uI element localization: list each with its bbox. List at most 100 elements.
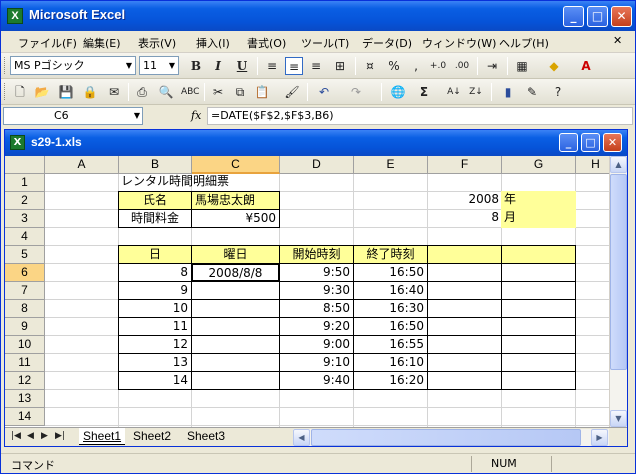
cell-weekday[interactable] bbox=[191, 371, 280, 390]
cell-start-time[interactable]: 8:50 bbox=[279, 299, 354, 318]
row-header-14[interactable]: 14 bbox=[5, 408, 45, 426]
increase-decimal-icon[interactable]: +.0 bbox=[429, 57, 447, 75]
excel-app-icon[interactable]: X bbox=[7, 8, 23, 24]
column-header-g[interactable]: G bbox=[502, 156, 576, 174]
cell-empty[interactable] bbox=[501, 371, 576, 390]
menu-view[interactable]: 表示(V) bbox=[138, 35, 176, 51]
cell-start-time[interactable]: 9:00 bbox=[279, 335, 354, 354]
name-box[interactable]: C6 ▼ bbox=[3, 107, 143, 125]
menu-file[interactable]: ファイル(F) bbox=[18, 35, 77, 51]
row-header-5[interactable]: 5 bbox=[5, 246, 45, 264]
row-header-9[interactable]: 9 bbox=[5, 318, 45, 336]
cell-empty[interactable] bbox=[427, 317, 502, 336]
cell-weekday[interactable] bbox=[191, 317, 280, 336]
cell-end-time[interactable]: 16:30 bbox=[353, 299, 428, 318]
cell-start-time[interactable]: 9:50 bbox=[279, 263, 354, 282]
redo-icon[interactable]: ↷ bbox=[347, 83, 365, 101]
hyperlink-icon[interactable]: 🌐 bbox=[389, 83, 407, 101]
cell-e5-header-end[interactable]: 終了時刻 bbox=[353, 245, 428, 264]
email-icon[interactable]: ✉ bbox=[105, 83, 123, 101]
scroll-right-button[interactable]: ▶ bbox=[591, 429, 608, 446]
cell-f2-year-value[interactable]: 2008 bbox=[427, 191, 502, 210]
align-center-icon[interactable]: ≡ bbox=[285, 57, 303, 75]
cell-empty[interactable] bbox=[427, 263, 502, 282]
sheet-tab-sheet1[interactable]: Sheet1 bbox=[79, 428, 126, 445]
font-size-select[interactable]: 11 ▼ bbox=[139, 56, 179, 75]
workbook-icon[interactable]: X bbox=[10, 135, 25, 150]
new-document-icon[interactable]: 🗋 bbox=[11, 83, 29, 101]
cell-end-time[interactable]: 16:50 bbox=[353, 263, 428, 282]
menu-edit[interactable]: 編集(E) bbox=[83, 35, 121, 51]
cell-weekday[interactable] bbox=[191, 299, 280, 318]
cell-weekday[interactable] bbox=[191, 335, 280, 354]
workbook-close-button[interactable]: ✕ bbox=[603, 133, 622, 152]
cell-empty[interactable] bbox=[427, 371, 502, 390]
cell-day[interactable]: 12 bbox=[118, 335, 192, 354]
drawing-icon[interactable]: ✎ bbox=[523, 83, 541, 101]
cell-empty[interactable] bbox=[501, 263, 576, 282]
cell-weekday[interactable] bbox=[191, 353, 280, 372]
close-button[interactable]: ✕ bbox=[611, 6, 632, 27]
menu-format[interactable]: 書式(O) bbox=[247, 35, 286, 51]
title-bar[interactable]: X Microsoft Excel _ □ ✕ bbox=[1, 1, 635, 31]
cell-start-time[interactable]: 9:10 bbox=[279, 353, 354, 372]
print-preview-icon[interactable]: 🔍 bbox=[157, 83, 175, 101]
row-header-13[interactable]: 13 bbox=[5, 390, 45, 408]
indent-icon[interactable]: ⇥ bbox=[483, 57, 501, 75]
row-header-8[interactable]: 8 bbox=[5, 300, 45, 318]
font-color-icon[interactable]: A bbox=[577, 57, 595, 75]
cell-g5-header[interactable] bbox=[501, 245, 576, 264]
print-icon[interactable]: ⎙ bbox=[133, 83, 151, 101]
maximize-button[interactable]: □ bbox=[587, 6, 608, 27]
cell-end-time[interactable]: 16:50 bbox=[353, 317, 428, 336]
cell-empty[interactable] bbox=[501, 299, 576, 318]
horizontal-scrollbar[interactable]: ◀ ▶ bbox=[293, 429, 609, 446]
cell-g2-year-label[interactable]: 年 bbox=[501, 191, 576, 210]
scroll-down-button[interactable]: ▼ bbox=[610, 410, 627, 427]
cell-day[interactable]: 8 bbox=[118, 263, 192, 282]
borders-icon[interactable]: ▦ bbox=[513, 57, 531, 75]
cell-day[interactable]: 14 bbox=[118, 371, 192, 390]
undo-icon[interactable]: ↶ bbox=[315, 83, 333, 101]
scroll-up-button[interactable]: ▲ bbox=[610, 156, 627, 173]
cell-start-time[interactable]: 9:40 bbox=[279, 371, 354, 390]
workbook-minimize-button[interactable]: _ bbox=[559, 133, 578, 152]
underline-button[interactable]: U bbox=[233, 57, 251, 75]
cell-b5-header-day[interactable]: 日 bbox=[118, 245, 192, 264]
comma-button[interactable]: , bbox=[407, 57, 425, 75]
cell-empty[interactable] bbox=[427, 335, 502, 354]
cell-day[interactable]: 13 bbox=[118, 353, 192, 372]
decrease-decimal-icon[interactable]: .00 bbox=[453, 57, 471, 75]
cell-end-time[interactable]: 16:10 bbox=[353, 353, 428, 372]
vertical-scrollbar[interactable]: ▲ ▼ bbox=[609, 156, 627, 427]
cell-f3-month-value[interactable]: 8 bbox=[427, 209, 502, 228]
paste-icon[interactable]: 📋 bbox=[253, 83, 271, 101]
permission-icon[interactable]: 🔒 bbox=[81, 83, 99, 101]
menu-tools[interactable]: ツール(T) bbox=[301, 35, 349, 51]
column-header-b[interactable]: B bbox=[119, 156, 192, 174]
column-header-d[interactable]: D bbox=[280, 156, 354, 174]
menu-help[interactable]: ヘルプ(H) bbox=[499, 35, 549, 51]
row-header-2[interactable]: 2 bbox=[5, 192, 45, 210]
menu-window[interactable]: ウィンドウ(W) bbox=[422, 35, 496, 51]
cell-b1-title[interactable]: レンタル時間明細票 bbox=[118, 173, 280, 192]
column-header-c[interactable]: C bbox=[192, 156, 280, 174]
cell-g3-month-label[interactable]: 月 bbox=[501, 209, 576, 228]
insert-function-icon[interactable]: fx bbox=[191, 109, 201, 122]
cell-c5-header-weekday[interactable]: 曜日 bbox=[191, 245, 280, 264]
cell-end-time[interactable]: 16:40 bbox=[353, 281, 428, 300]
vertical-scroll-thumb[interactable] bbox=[610, 174, 627, 370]
align-left-icon[interactable]: ≡ bbox=[263, 57, 281, 75]
menu-close-icon[interactable]: ✕ bbox=[613, 34, 622, 47]
bold-button[interactable]: B bbox=[187, 57, 205, 75]
align-right-icon[interactable]: ≡ bbox=[307, 57, 325, 75]
row-header-11[interactable]: 11 bbox=[5, 354, 45, 372]
scroll-left-button[interactable]: ◀ bbox=[293, 429, 310, 446]
last-sheet-icon[interactable]: ▶| bbox=[55, 431, 65, 441]
workbook-maximize-button[interactable]: □ bbox=[581, 133, 600, 152]
workbook-title-bar[interactable]: X s29-1.xls _ □ ✕ bbox=[5, 130, 627, 156]
row-header-4[interactable]: 4 bbox=[5, 228, 45, 246]
cut-icon[interactable]: ✂ bbox=[209, 83, 227, 101]
horizontal-scroll-thumb[interactable] bbox=[311, 429, 581, 446]
format-painter-icon[interactable]: 🖌 bbox=[283, 83, 301, 101]
